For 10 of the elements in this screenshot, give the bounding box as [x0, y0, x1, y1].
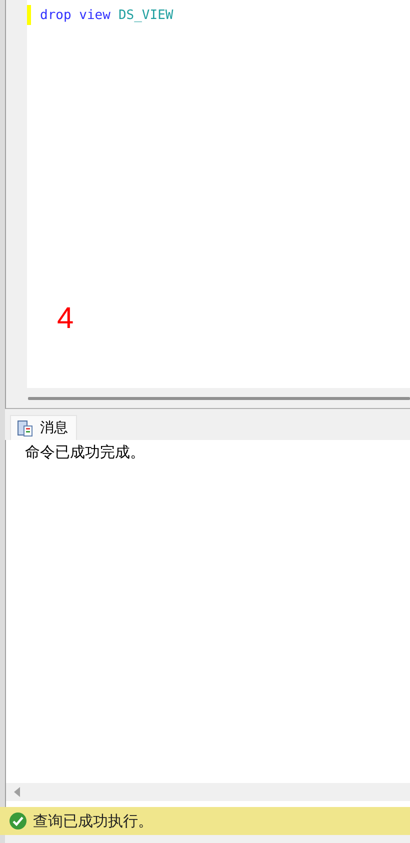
scrollbar-track[interactable] — [28, 396, 410, 400]
check-icon — [9, 812, 27, 830]
annotation-number: 4 — [57, 302, 74, 336]
document-icon — [17, 420, 34, 436]
code-text: DS_VIEW — [118, 8, 174, 22]
messages-tab[interactable]: 消息 — [10, 415, 77, 440]
status-text: 查询已成功执行。 — [33, 812, 153, 830]
code-text: drop view — [40, 8, 110, 22]
message-text: 命令已成功完成。 — [25, 443, 146, 462]
scroll-left-icon[interactable] — [14, 787, 20, 797]
